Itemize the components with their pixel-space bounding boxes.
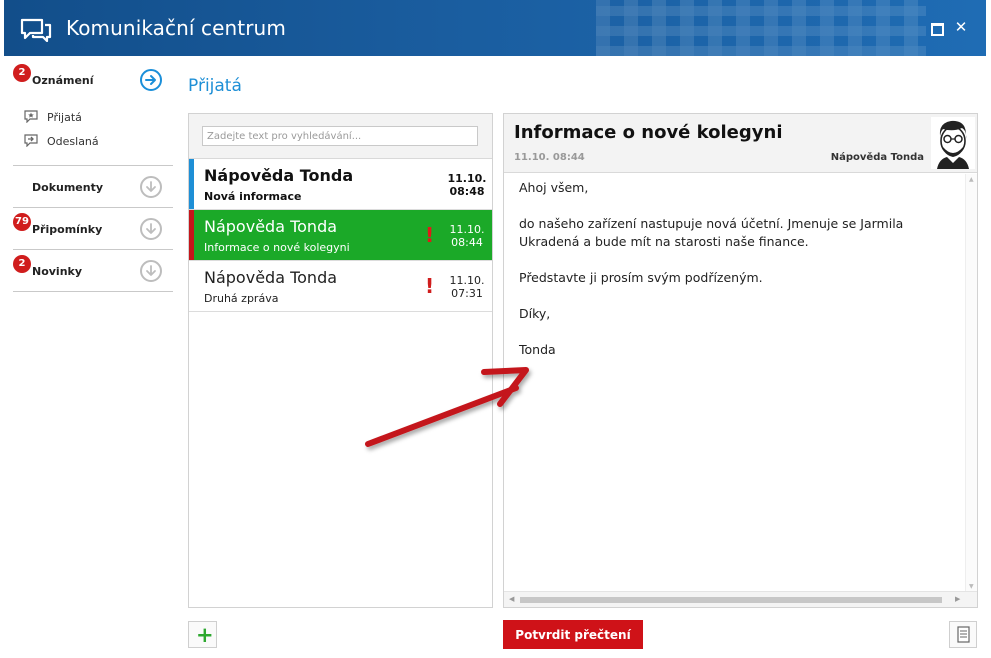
horizontal-scrollbar[interactable]: ◀ ▶ <box>504 591 977 607</box>
sidebar-item-odeslana[interactable]: Odeslaná <box>24 134 99 148</box>
sidebar-section-dokumenty[interactable]: Dokumenty <box>13 166 173 208</box>
scroll-left-icon[interactable]: ◀ <box>509 595 514 603</box>
message-time: 07:31 <box>451 287 483 300</box>
message-date: 11.10. <box>449 223 485 236</box>
message-paragraph: do našeho zařízení nastupuje nová účetní… <box>519 216 904 249</box>
message-detail-panel: Informace o nové kolegyni 11.10. 08:44 N… <box>503 113 978 608</box>
message-author: Nápověda Tonda <box>830 152 924 163</box>
arrow-right-circle-icon[interactable] <box>140 69 162 91</box>
message-body: Ahoj všem, do našeho zařízení nastupuje … <box>519 179 959 377</box>
arrow-down-circle-icon[interactable] <box>140 176 162 198</box>
message-signature: Tonda <box>519 342 556 357</box>
document-icon <box>957 626 970 643</box>
message-date: 11.10. <box>449 274 485 287</box>
message-sender: Nápověda Tonda <box>204 217 338 236</box>
add-message-button[interactable]: + <box>188 621 217 648</box>
notification-badge: 2 <box>13 255 31 273</box>
avatar <box>931 117 975 169</box>
arrow-down-circle-icon[interactable] <box>140 260 162 282</box>
message-thanks: Díky, <box>519 306 551 321</box>
message-timestamp: 11.10. 08:44 <box>445 223 489 249</box>
message-subject: Informace o nové kolegyni <box>204 241 350 254</box>
message-request: Představte ji prosím svým podřízeným. <box>519 270 763 285</box>
maximize-icon[interactable] <box>928 19 944 36</box>
sidebar-section-label: Dokumenty <box>32 181 104 194</box>
close-icon[interactable]: ✕ <box>953 19 969 35</box>
scroll-thumb[interactable] <box>520 597 942 603</box>
title-bar: Komunikační centrum ✕ <box>4 0 986 56</box>
chat-bubbles-icon <box>20 18 52 42</box>
message-sender: Nápověda Tonda <box>204 166 354 185</box>
important-icon: ! <box>425 274 435 298</box>
important-icon: ! <box>425 223 435 247</box>
message-title: Informace o nové kolegyni <box>514 122 783 143</box>
title-bar-pattern <box>596 0 926 56</box>
message-list-panel: Nápověda Tonda Nová informace 11.10. 08:… <box>188 113 493 608</box>
document-button[interactable] <box>949 621 977 648</box>
sidebar-section-label: Oznámení <box>32 74 94 87</box>
message-subject: Nová informace <box>204 190 302 203</box>
vertical-scrollbar[interactable]: ▲ ▼ <box>965 174 977 592</box>
message-time: 08:48 <box>449 185 485 198</box>
unread-marker <box>189 159 194 209</box>
message-sender: Nápověda Tonda <box>204 268 338 287</box>
scroll-down-icon[interactable]: ▼ <box>969 583 974 590</box>
message-time: 08:44 <box>451 236 483 249</box>
message-timestamp: 11.10. 08:48 <box>445 172 489 198</box>
sidebar-item-prijata[interactable]: Přijatá <box>24 110 82 124</box>
sidebar-item-label: Přijatá <box>47 111 82 124</box>
message-date: 11.10. 08:44 <box>514 152 585 163</box>
message-row[interactable]: Nápověda Tonda Nová informace 11.10. 08:… <box>189 159 492 210</box>
page-title: Přijatá <box>188 76 242 96</box>
message-date: 11.10. <box>447 172 487 185</box>
sidebar-section-pripominky[interactable]: 79 Připomínky <box>13 208 173 250</box>
confirm-read-button[interactable]: Potvrdit přečtení <box>503 620 643 649</box>
sidebar-section-novinky[interactable]: 2 Novinky <box>13 250 173 292</box>
window-title: Komunikační centrum <box>66 16 286 40</box>
arrow-down-circle-icon[interactable] <box>140 218 162 240</box>
inbox-star-icon <box>24 110 38 123</box>
search-input[interactable] <box>202 126 478 146</box>
message-row[interactable]: Nápověda Tonda Druhá zpráva ! 11.10. 07:… <box>189 261 492 312</box>
message-header: Informace o nové kolegyni 11.10. 08:44 N… <box>504 114 977 173</box>
message-subject: Druhá zpráva <box>204 292 279 305</box>
scroll-up-icon[interactable]: ▲ <box>969 176 974 183</box>
selection-marker <box>189 210 194 260</box>
notification-badge: 2 <box>13 64 31 82</box>
sidebar-section-label: Připomínky <box>32 223 103 236</box>
notification-badge: 79 <box>13 213 31 231</box>
outbox-arrow-icon <box>24 134 38 147</box>
message-timestamp: 11.10. 07:31 <box>445 274 489 300</box>
search-bar <box>189 114 492 159</box>
message-greeting: Ahoj všem, <box>519 180 589 195</box>
scroll-right-icon[interactable]: ▶ <box>955 595 960 603</box>
sidebar-item-label: Odeslaná <box>47 135 99 148</box>
sidebar-section-label: Novinky <box>32 265 83 278</box>
message-row-selected[interactable]: Nápověda Tonda Informace o nové kolegyni… <box>189 210 492 261</box>
plus-icon: + <box>196 623 214 647</box>
